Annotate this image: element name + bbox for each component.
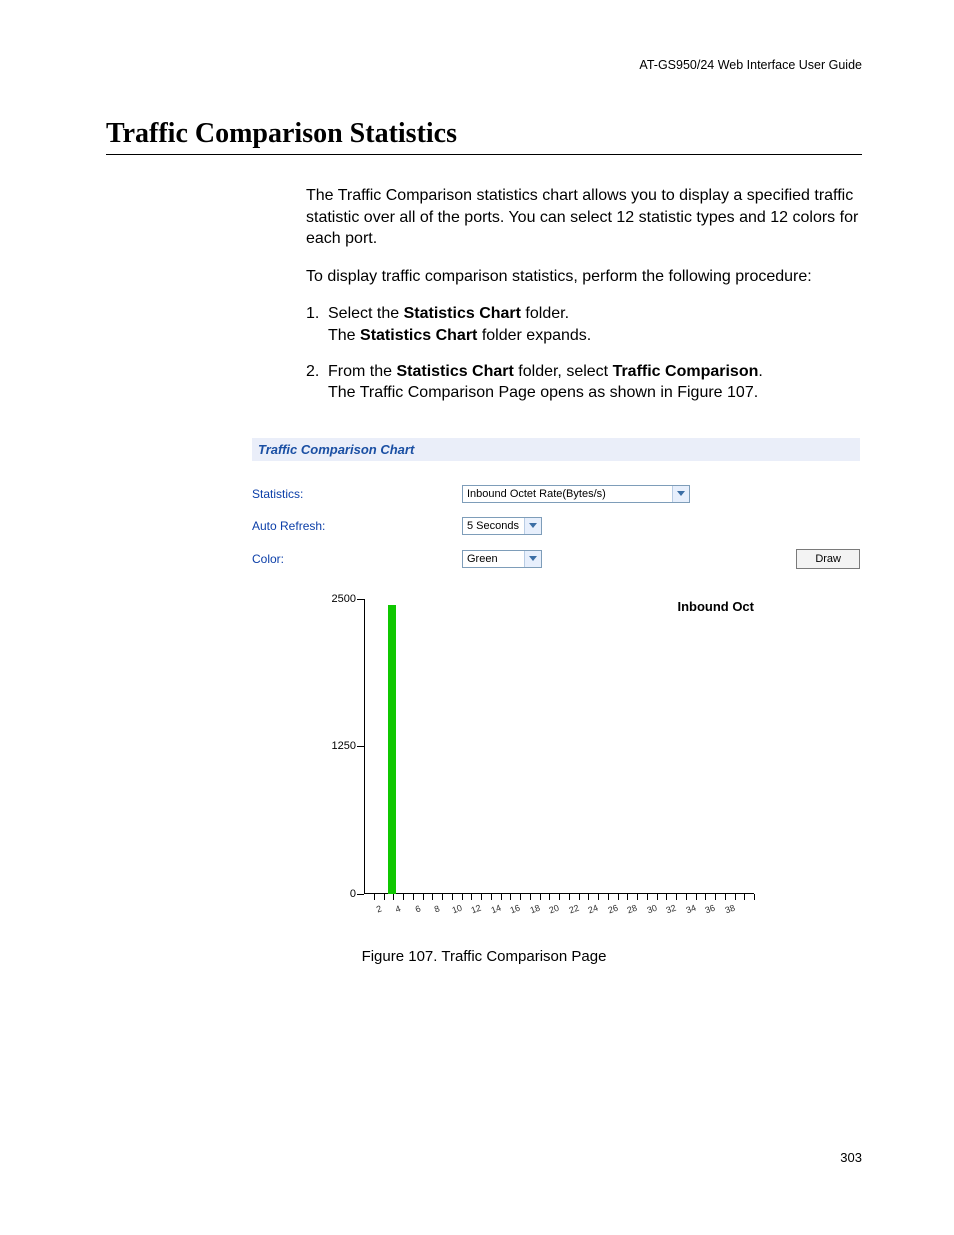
auto-refresh-label: Auto Refresh: <box>252 519 462 533</box>
x-tick-label: 12 <box>470 902 483 915</box>
color-label: Color: <box>252 552 462 566</box>
x-tick-label: 22 <box>567 902 580 915</box>
chart: Inbound Oct 0125025002468101214161820222… <box>302 599 860 894</box>
statistics-select-value: Inbound Octet Rate(Bytes/s) <box>467 488 668 500</box>
x-tick-label: 30 <box>645 902 658 915</box>
draw-button[interactable]: Draw <box>796 549 860 569</box>
y-tick-label: 2500 <box>332 593 356 605</box>
x-tick-label: 18 <box>528 902 541 915</box>
statistics-label: Statistics: <box>252 487 462 501</box>
x-tick-label: 34 <box>684 902 697 915</box>
x-tick-label: 24 <box>587 902 600 915</box>
y-tick-label: 1250 <box>332 740 356 752</box>
intro-para: The Traffic Comparison statistics chart … <box>306 185 862 250</box>
statistics-select[interactable]: Inbound Octet Rate(Bytes/s) <box>462 485 690 503</box>
step-2: 2. From the Statistics Chart folder, sel… <box>306 361 862 404</box>
x-tick-label: 10 <box>450 902 463 915</box>
x-tick-label: 16 <box>509 902 522 915</box>
page-number: 303 <box>840 1150 862 1165</box>
x-tick-label: 6 <box>414 903 422 914</box>
figure-caption: Figure 107. Traffic Comparison Page <box>106 948 862 965</box>
auto-refresh-select[interactable]: 5 Seconds <box>462 517 542 535</box>
panel-title: Traffic Comparison Chart <box>252 438 860 461</box>
x-tick-label: 4 <box>394 903 402 914</box>
x-tick-label: 26 <box>606 902 619 915</box>
color-select[interactable]: Green <box>462 550 542 568</box>
page-title: Traffic Comparison Statistics <box>106 118 862 150</box>
step-1: 1. Select the Statistics Chart folder. T… <box>306 303 862 346</box>
x-tick-label: 28 <box>626 902 639 915</box>
x-tick-label: 36 <box>704 902 717 915</box>
chevron-down-icon <box>524 518 541 534</box>
title-rule <box>106 154 862 155</box>
figure-panel: Traffic Comparison Chart Statistics: Inb… <box>252 438 860 894</box>
x-tick-label: 14 <box>489 902 502 915</box>
bar <box>388 605 396 894</box>
x-tick-label: 8 <box>433 903 441 914</box>
chevron-down-icon <box>672 486 689 502</box>
chevron-down-icon <box>524 551 541 567</box>
x-tick-label: 2 <box>375 903 383 914</box>
color-value: Green <box>467 553 520 565</box>
x-tick-label: 32 <box>665 902 678 915</box>
y-tick-label: 0 <box>350 888 356 900</box>
running-header: AT-GS950/24 Web Interface User Guide <box>639 58 862 72</box>
x-tick-label: 20 <box>548 902 561 915</box>
procedure-lead: To display traffic comparison statistics… <box>306 266 862 288</box>
x-tick-label: 38 <box>723 902 736 915</box>
auto-refresh-value: 5 Seconds <box>467 520 520 532</box>
